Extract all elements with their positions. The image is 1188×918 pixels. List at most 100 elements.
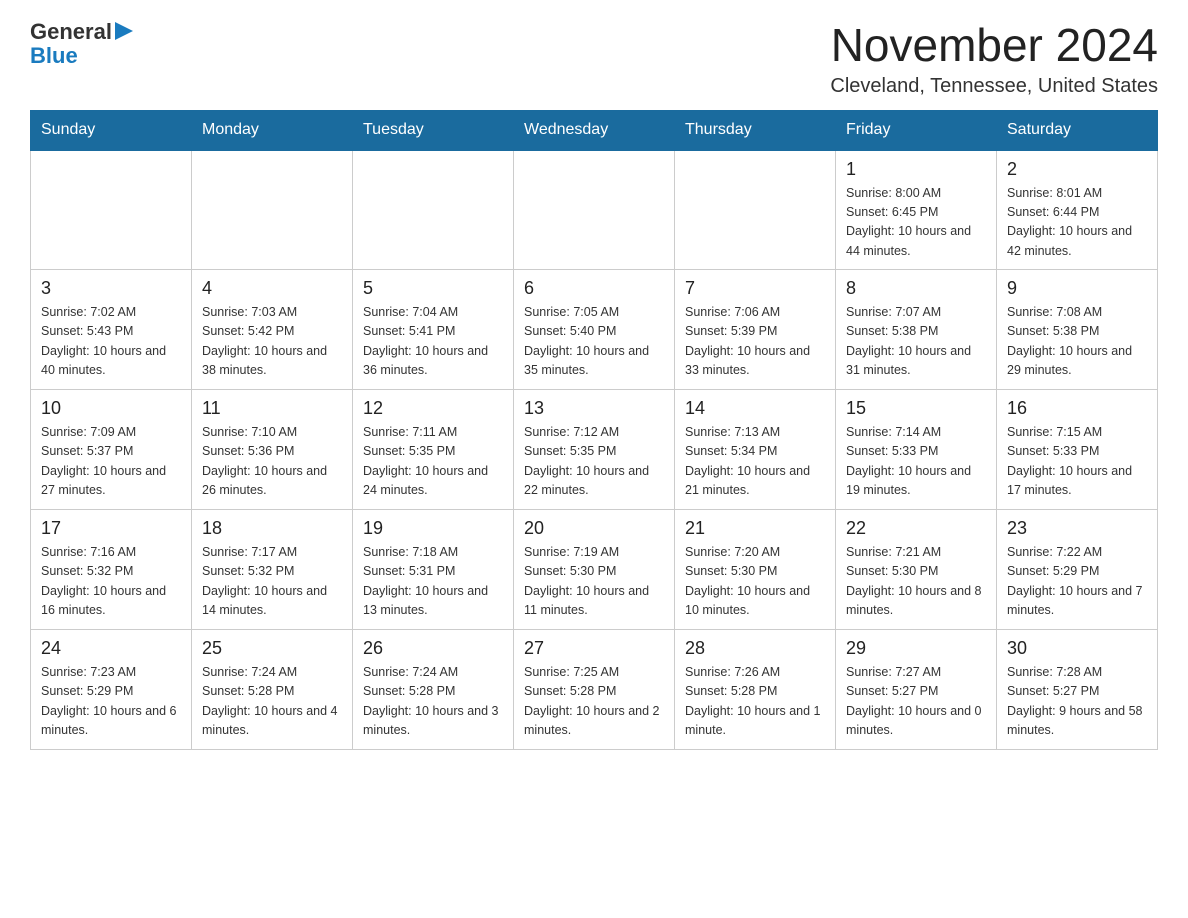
day-info: Sunrise: 7:20 AM Sunset: 5:30 PM Dayligh… [685,543,825,621]
day-info: Sunrise: 7:25 AM Sunset: 5:28 PM Dayligh… [524,663,664,741]
calendar-cell: 4 Sunrise: 7:03 AM Sunset: 5:42 PM Daylig… [192,270,353,390]
day-info: Sunrise: 7:17 AM Sunset: 5:32 PM Dayligh… [202,543,342,621]
calendar-week-row: 24 Sunrise: 7:23 AM Sunset: 5:29 PM Dayli… [31,630,1158,750]
day-info: Sunrise: 7:22 AM Sunset: 5:29 PM Dayligh… [1007,543,1147,621]
day-number: 5 [363,278,503,299]
day-info: Sunrise: 7:24 AM Sunset: 5:28 PM Dayligh… [363,663,503,741]
day-of-week-header: Friday [836,110,997,150]
calendar-week-row: 3 Sunrise: 7:02 AM Sunset: 5:43 PM Daylig… [31,270,1158,390]
day-number: 13 [524,398,664,419]
calendar-cell: 26Sunrise: 7:24 AM Sunset: 5:28 PM Dayli… [353,630,514,750]
calendar-cell: 17Sunrise: 7:16 AM Sunset: 5:32 PM Dayli… [31,510,192,630]
day-info: Sunrise: 7:02 AM Sunset: 5:43 PM Dayligh… [41,303,181,381]
day-number: 1 [846,159,986,180]
day-number: 9 [1007,278,1147,299]
day-number: 10 [41,398,181,419]
calendar-cell [675,150,836,270]
calendar-week-row: 10 Sunrise: 7:09 AM Sunset: 5:37 PM Dayli… [31,390,1158,510]
calendar-cell: 3 Sunrise: 7:02 AM Sunset: 5:43 PM Daylig… [31,270,192,390]
logo-text-general: General [30,20,112,44]
day-info: Sunrise: 7:23 AM Sunset: 5:29 PM Dayligh… [41,663,181,741]
day-number: 8 [846,278,986,299]
day-info: Sunrise: 7:03 AM Sunset: 5:42 PM Dayligh… [202,303,342,381]
calendar-cell: 10 Sunrise: 7:09 AM Sunset: 5:37 PM Dayli… [31,390,192,510]
logo-arrow-icon [112,22,133,42]
calendar-cell: 30 Sunrise: 7:28 AM Sunset: 5:27 PM Dayli… [997,630,1158,750]
day-number: 15 [846,398,986,419]
calendar-table: SundayMondayTuesdayWednesdayThursdayFrid… [30,110,1158,751]
calendar-cell: 25Sunrise: 7:24 AM Sunset: 5:28 PM Dayli… [192,630,353,750]
calendar-cell: 29 Sunrise: 7:27 AM Sunset: 5:27 PM Dayli… [836,630,997,750]
calendar-cell: 20 Sunrise: 7:19 AM Sunset: 5:30 PM Dayli… [514,510,675,630]
day-info: Sunrise: 7:16 AM Sunset: 5:32 PM Dayligh… [41,543,181,621]
calendar-week-row: 17Sunrise: 7:16 AM Sunset: 5:32 PM Dayli… [31,510,1158,630]
day-number: 3 [41,278,181,299]
day-info: Sunrise: 7:13 AM Sunset: 5:34 PM Dayligh… [685,423,825,501]
calendar-cell: 21 Sunrise: 7:20 AM Sunset: 5:30 PM Dayli… [675,510,836,630]
calendar-title: November 2024 [830,20,1158,71]
day-info: Sunrise: 7:19 AM Sunset: 5:30 PM Dayligh… [524,543,664,621]
day-number: 29 [846,638,986,659]
calendar-cell [514,150,675,270]
day-info: Sunrise: 8:00 AM Sunset: 6:45 PM Dayligh… [846,184,986,262]
calendar-cell [192,150,353,270]
day-number: 18 [202,518,342,539]
calendar-cell: 28 Sunrise: 7:26 AM Sunset: 5:28 PM Dayli… [675,630,836,750]
day-info: Sunrise: 7:07 AM Sunset: 5:38 PM Dayligh… [846,303,986,381]
day-info: Sunrise: 7:09 AM Sunset: 5:37 PM Dayligh… [41,423,181,501]
day-info: Sunrise: 7:12 AM Sunset: 5:35 PM Dayligh… [524,423,664,501]
day-number: 20 [524,518,664,539]
day-info: Sunrise: 7:05 AM Sunset: 5:40 PM Dayligh… [524,303,664,381]
day-number: 6 [524,278,664,299]
day-number: 12 [363,398,503,419]
calendar-cell: 15 Sunrise: 7:14 AM Sunset: 5:33 PM Dayli… [836,390,997,510]
calendar-cell: 22Sunrise: 7:21 AM Sunset: 5:30 PM Dayli… [836,510,997,630]
day-info: Sunrise: 7:10 AM Sunset: 5:36 PM Dayligh… [202,423,342,501]
day-number: 21 [685,518,825,539]
calendar-cell [31,150,192,270]
day-number: 28 [685,638,825,659]
title-section: November 2024 Cleveland, Tennessee, Unit… [830,20,1158,98]
logo: General Blue [30,20,133,68]
day-number: 30 [1007,638,1147,659]
day-of-week-header: Monday [192,110,353,150]
calendar-cell: 8 Sunrise: 7:07 AM Sunset: 5:38 PM Daylig… [836,270,997,390]
calendar-cell: 9 Sunrise: 7:08 AM Sunset: 5:38 PM Daylig… [997,270,1158,390]
day-number: 22 [846,518,986,539]
day-number: 19 [363,518,503,539]
logo-text-blue: Blue [30,44,133,68]
day-info: Sunrise: 7:28 AM Sunset: 5:27 PM Dayligh… [1007,663,1147,741]
calendar-week-row: 1 Sunrise: 8:00 AM Sunset: 6:45 PM Daylig… [31,150,1158,270]
day-info: Sunrise: 7:18 AM Sunset: 5:31 PM Dayligh… [363,543,503,621]
calendar-cell: 1 Sunrise: 8:00 AM Sunset: 6:45 PM Daylig… [836,150,997,270]
day-info: Sunrise: 7:15 AM Sunset: 5:33 PM Dayligh… [1007,423,1147,501]
day-of-week-header: Thursday [675,110,836,150]
day-of-week-header: Tuesday [353,110,514,150]
calendar-cell: 7Sunrise: 7:06 AM Sunset: 5:39 PM Daylig… [675,270,836,390]
day-number: 2 [1007,159,1147,180]
day-number: 25 [202,638,342,659]
day-info: Sunrise: 8:01 AM Sunset: 6:44 PM Dayligh… [1007,184,1147,262]
day-info: Sunrise: 7:14 AM Sunset: 5:33 PM Dayligh… [846,423,986,501]
calendar-cell: 5 Sunrise: 7:04 AM Sunset: 5:41 PM Daylig… [353,270,514,390]
page-header: General Blue November 2024 Cleveland, Te… [30,20,1158,98]
day-info: Sunrise: 7:27 AM Sunset: 5:27 PM Dayligh… [846,663,986,741]
calendar-cell: 13 Sunrise: 7:12 AM Sunset: 5:35 PM Dayli… [514,390,675,510]
calendar-cell: 11 Sunrise: 7:10 AM Sunset: 5:36 PM Dayli… [192,390,353,510]
day-number: 11 [202,398,342,419]
day-number: 4 [202,278,342,299]
calendar-cell: 12 Sunrise: 7:11 AM Sunset: 5:35 PM Dayli… [353,390,514,510]
calendar-cell: 6 Sunrise: 7:05 AM Sunset: 5:40 PM Daylig… [514,270,675,390]
day-number: 24 [41,638,181,659]
calendar-cell: 14 Sunrise: 7:13 AM Sunset: 5:34 PM Dayli… [675,390,836,510]
day-number: 14 [685,398,825,419]
day-info: Sunrise: 7:26 AM Sunset: 5:28 PM Dayligh… [685,663,825,741]
day-info: Sunrise: 7:08 AM Sunset: 5:38 PM Dayligh… [1007,303,1147,381]
day-of-week-header: Sunday [31,110,192,150]
day-number: 23 [1007,518,1147,539]
calendar-cell: 18 Sunrise: 7:17 AM Sunset: 5:32 PM Dayli… [192,510,353,630]
calendar-header-row: SundayMondayTuesdayWednesdayThursdayFrid… [31,110,1158,150]
calendar-cell: 16Sunrise: 7:15 AM Sunset: 5:33 PM Dayli… [997,390,1158,510]
day-info: Sunrise: 7:11 AM Sunset: 5:35 PM Dayligh… [363,423,503,501]
day-info: Sunrise: 7:04 AM Sunset: 5:41 PM Dayligh… [363,303,503,381]
